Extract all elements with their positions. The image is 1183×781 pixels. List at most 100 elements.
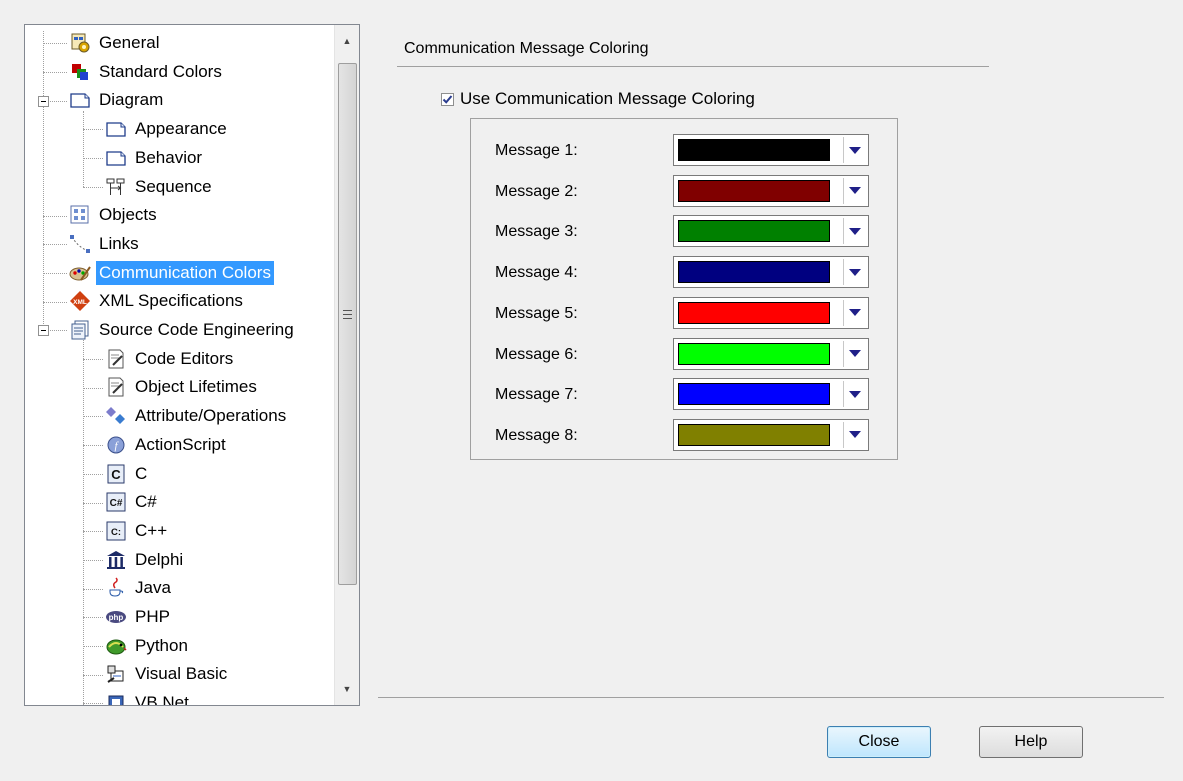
dropdown-button[interactable]	[843, 340, 866, 367]
color-swatch	[678, 342, 830, 365]
message-color-picker[interactable]	[673, 296, 869, 329]
chevron-down-icon	[849, 431, 861, 439]
color-swatch	[678, 261, 830, 284]
dropdown-button[interactable]	[843, 381, 866, 408]
message-color-row: Message 8:	[471, 418, 897, 455]
palette-icon	[69, 262, 91, 284]
tree-item-label: Code Editors	[135, 348, 234, 368]
tree-item-xml-specifications[interactable]: XML XML Specifications	[69, 287, 246, 315]
message-colors-group: Message 1: Message 2: Message 3: Message 4:…	[470, 118, 898, 460]
chevron-down-icon	[849, 350, 861, 357]
tree-item-label: Standard Colors	[99, 61, 222, 81]
message-color-picker[interactable]	[673, 418, 869, 451]
message-label: Message 3:	[495, 223, 578, 241]
tree-guide-line	[83, 674, 103, 676]
tree-item-label: C++	[135, 520, 168, 540]
diagram-page-icon	[105, 147, 127, 169]
tree-guide-line	[43, 272, 67, 274]
dropdown-button[interactable]	[843, 421, 866, 448]
tree-item-delphi[interactable]: Delphi	[105, 546, 186, 574]
tree-guide-line	[83, 186, 103, 188]
tree-item-c[interactable]: CC	[105, 460, 150, 488]
section-title: Communication Message Coloring	[404, 40, 649, 57]
dropdown-button[interactable]	[843, 218, 866, 245]
tree-item-visual-basic[interactable]: Visual Basic	[105, 660, 230, 688]
message-label: Message 5:	[495, 304, 578, 322]
tree-guide-line	[83, 617, 103, 619]
diagram-icon	[69, 89, 91, 111]
tree-item-sequence[interactable]: Sequence	[105, 173, 215, 201]
code-page-icon	[105, 376, 127, 398]
python-icon	[105, 635, 127, 657]
tree-item-label: C#	[135, 492, 157, 512]
tree-item-objects[interactable]: Objects	[69, 201, 160, 229]
scroll-down-arrow[interactable]: ▼	[335, 677, 359, 701]
svg-text:C: C	[111, 467, 121, 482]
tree-item-behavior[interactable]: Behavior	[105, 144, 205, 172]
close-button[interactable]: Close	[827, 726, 931, 758]
tree-item-label: Visual Basic	[135, 664, 228, 684]
cpp-icon: C:	[105, 520, 127, 542]
tree-item-label: Communication Colors	[96, 260, 274, 285]
tree-guide-line	[83, 129, 103, 131]
dropdown-button[interactable]	[843, 177, 866, 204]
tree-item-python[interactable]: Python	[105, 632, 191, 660]
scroll-up-arrow[interactable]: ▲	[335, 29, 359, 53]
tree-item-label: General	[99, 33, 160, 52]
collapse-toggle-icon[interactable]	[38, 95, 49, 107]
color-swatch	[678, 423, 830, 446]
message-color-picker[interactable]	[673, 378, 869, 411]
dropdown-button[interactable]	[843, 299, 866, 326]
tree-item-java[interactable]: Java	[105, 574, 174, 602]
tree-item-c[interactable]: C# C#	[105, 488, 160, 516]
scroll-thumb[interactable]	[338, 63, 357, 585]
tree-item-general[interactable]: General	[69, 29, 162, 57]
message-color-row: Message 4:	[471, 256, 897, 292]
actionscript-icon: f	[105, 434, 127, 456]
checkbox-box[interactable]	[441, 92, 454, 106]
tree-item-appearance[interactable]: Appearance	[105, 115, 230, 143]
tree-item-diagram[interactable]: Diagram	[69, 86, 166, 114]
message-color-picker[interactable]	[673, 337, 869, 370]
tree-item-php[interactable]: php PHP	[105, 603, 173, 631]
tree-item-code-editors[interactable]: Code Editors	[105, 345, 236, 373]
tree-guide-line	[83, 359, 103, 361]
message-color-picker[interactable]	[673, 215, 869, 248]
color-swatch	[678, 383, 830, 406]
tree-item-attribute-operations[interactable]: Attribute/Operations	[105, 402, 289, 430]
message-label: Message 4:	[495, 264, 578, 282]
delphi-icon	[105, 549, 127, 571]
tree-item-label: ActionScript	[135, 434, 226, 454]
dropdown-button[interactable]	[843, 137, 866, 163]
tree-item-vb-net[interactable]: VB.Net	[105, 689, 192, 705]
php-icon: php	[105, 606, 127, 628]
attribute-operations-icon	[105, 405, 127, 427]
tree-guide-line	[83, 473, 103, 475]
help-button[interactable]: Help	[979, 726, 1083, 758]
tree-item-standard-colors[interactable]: Standard Colors	[69, 58, 225, 86]
tree-item-label: PHP	[135, 607, 170, 626]
tree-item-object-lifetimes[interactable]: Object Lifetimes	[105, 373, 260, 401]
collapse-toggle-icon[interactable]	[38, 325, 49, 337]
tree-item-links[interactable]: Links	[69, 230, 142, 258]
dropdown-button[interactable]	[843, 259, 866, 286]
checkmark-icon	[442, 94, 453, 104]
tree-item-c[interactable]: C: C++	[105, 517, 170, 545]
tree-guide-line	[83, 502, 103, 504]
tree-item-communication-colors[interactable]: Communication Colors	[69, 259, 274, 287]
options-tree[interactable]: General Standard Colors Diagram Appearance B…	[24, 24, 360, 706]
tree-item-actionscript[interactable]: f ActionScript	[105, 431, 229, 459]
chevron-down-icon	[849, 187, 861, 195]
tree-item-label: Links	[99, 233, 139, 253]
tree-item-source-code-engineering[interactable]: Source Code Engineering	[69, 316, 297, 344]
scroll-grip-icon	[343, 310, 352, 319]
tree-scrollbar[interactable]: ▲ ▼	[334, 25, 359, 705]
message-color-picker[interactable]	[673, 174, 869, 207]
message-color-picker[interactable]	[673, 256, 869, 289]
use-coloring-checkbox[interactable]: Use Communication Message Coloring	[441, 89, 755, 109]
message-label: Message 2:	[495, 182, 578, 200]
tree-list: General Standard Colors Diagram Appearance B…	[25, 25, 335, 705]
tree-item-label: Source Code Engineering	[99, 320, 294, 339]
chevron-down-icon	[849, 390, 861, 398]
message-color-picker[interactable]	[673, 134, 869, 166]
